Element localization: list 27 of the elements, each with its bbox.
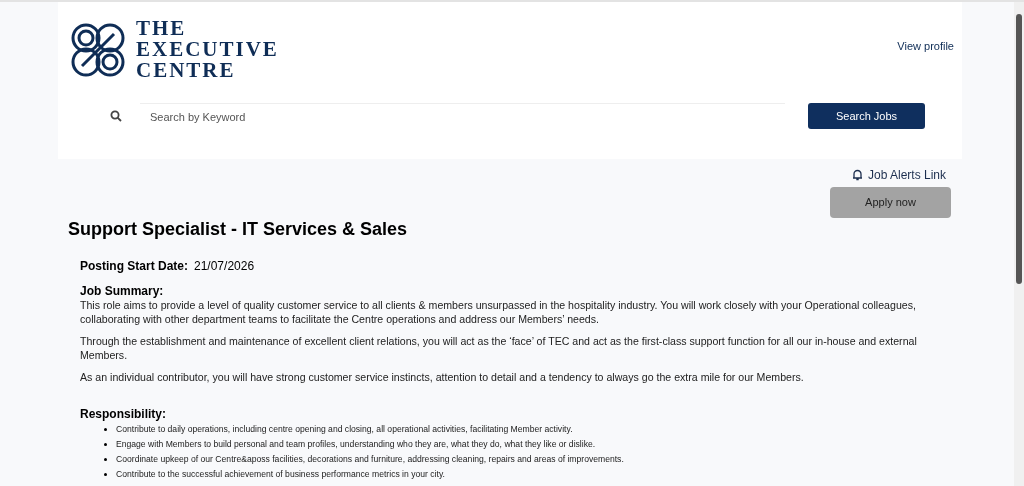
scrollbar[interactable]	[1014, 2, 1024, 486]
summary-paragraph: Through the establishment and maintenance of excellent client relations, you will act as the ‘face’ of TEC and act as the first-class support function for all our in-house and external Members.	[80, 334, 918, 362]
responsibility-item: Contribute to the successful achievement of business performance metrics in your city.	[116, 468, 445, 481]
responsibility-item: Contribute to daily operations, including centre opening and closing, all operational activities, facilitating Member activity.	[116, 423, 573, 436]
search-jobs-button[interactable]: Search Jobs	[808, 103, 925, 129]
logo-text: CENTRE	[136, 60, 237, 81]
bullet-icon	[104, 428, 107, 431]
bullet-icon	[104, 458, 107, 461]
logo-text: THE	[136, 18, 188, 39]
search-field[interactable]: Search by Keyword	[140, 103, 785, 129]
logo-icon	[70, 21, 126, 78]
job-alerts-link[interactable]: Job Alerts Link	[867, 166, 946, 184]
posting-date: 21/07/2026	[194, 258, 255, 275]
summary-paragraph: As an individual contributor, you will have strong customer service instincts, attention to detail and a tendency to always go the extra mile for our Members.	[80, 370, 805, 384]
section-heading: Job Summary:	[80, 284, 165, 298]
summary-paragraph: This role aims to provide a level of quality customer service to all clients & members unsurpassed in the hospitality industry. You will work closely with your Operational colleagues, collaborating with other department teams to facilitate the Centre operations and address our Members’ needs.	[80, 298, 917, 326]
responsibility-item: Coordinate upkeep of our Centre&aposs facilities, decorations and furniture, addressing cleaning, repairs and areas of improvements.	[116, 453, 624, 466]
bell-icon	[851, 169, 863, 181]
view-profile-link[interactable]: View profile	[897, 38, 954, 55]
job-title: Support Specialist - IT Services & Sales	[68, 218, 409, 241]
bullet-icon	[104, 473, 107, 476]
section-heading: Responsibility:	[80, 407, 167, 421]
responsibility-item: Engage with Members to build personal and team profiles, understanding who they are, what they do, what they like or dislike.	[116, 438, 596, 451]
bullet-icon	[104, 443, 107, 446]
search-icon	[110, 110, 122, 122]
posting-date-label: Posting Start Date:	[80, 258, 188, 275]
logo-text: EXECUTIVE	[136, 39, 279, 60]
